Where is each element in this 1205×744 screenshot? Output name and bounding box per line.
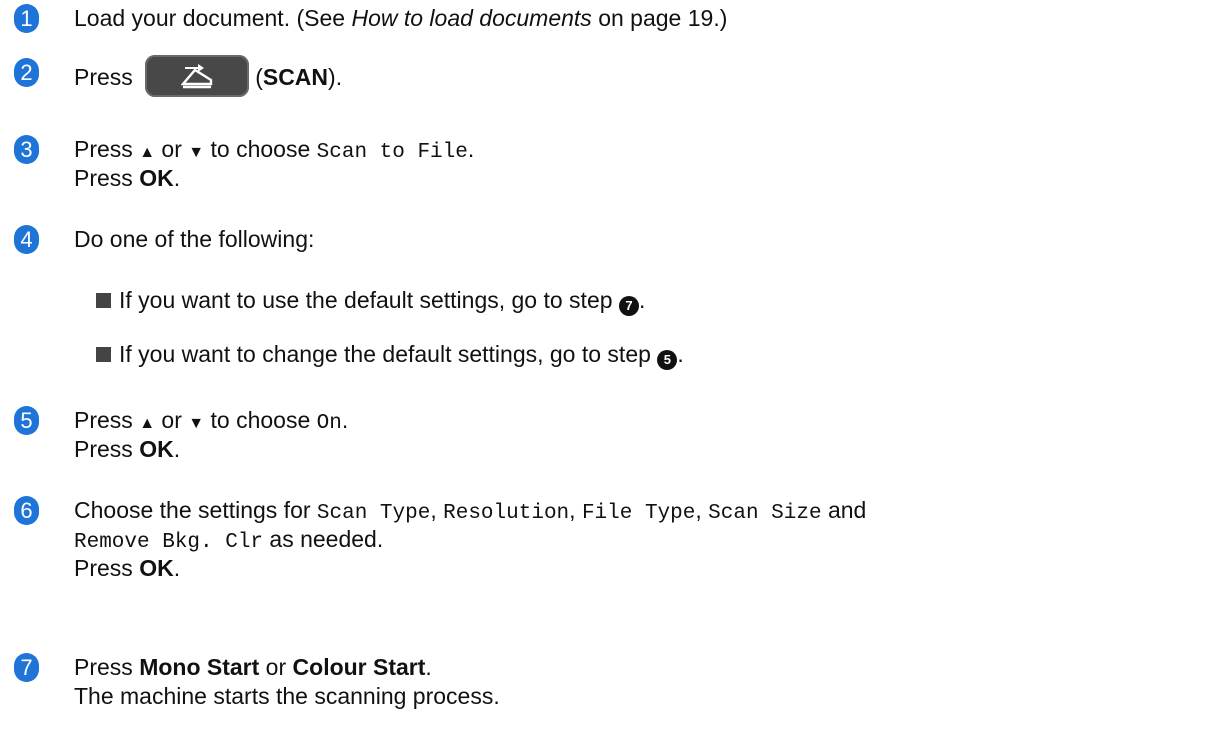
step-2-text: Press (SCAN). [74,55,342,100]
step-5-line-1: Press ▲ or ▼ to choose On. [74,407,349,435]
step-7-line-1: Press Mono Start or Colour Start. [74,654,432,680]
bullet-item: If you want to change the default settin… [119,340,684,370]
reference-link-text: How to load documents [351,5,592,31]
menu-option: On [316,412,342,435]
colour-start-key-label: Colour Start [292,654,426,680]
step-6-line-2: Remove Bkg. Clr as needed. [74,526,384,554]
step-6-line-1: Choose the settings for Scan Type, Resol… [74,497,867,525]
step-number-badge: 5 [14,406,39,435]
setting-name: Scan Size [708,502,822,525]
down-arrow-icon: ▼ [188,144,205,161]
ok-key-label: OK [139,165,174,191]
scan-key-label: SCAN [262,64,329,91]
step-number-badge: 4 [14,225,39,254]
step-ref-badge: 5 [657,350,678,370]
bullet-square-icon [96,293,111,308]
setting-name: Scan Type [316,502,431,525]
setting-name: Remove Bkg. Clr [74,531,264,554]
step-number-badge: 3 [14,135,39,164]
setting-name: Resolution [443,502,570,525]
menu-option: Scan to File [316,141,468,164]
setting-name: File Type [581,502,696,525]
ok-key-label: OK [139,436,174,462]
step-1-text: Load your document. (See How to load doc… [74,5,728,31]
step-number-badge: 2 [14,58,39,87]
scan-key-button [145,55,250,97]
step-5-line-2: Press OK. [74,436,181,462]
step-7-line-2: The machine starts the scanning process. [74,683,500,709]
step-number-badge: 7 [14,653,39,682]
step-ref-badge: 7 [618,296,639,316]
ok-key-label: OK [139,555,174,581]
step-3-line-1: Press ▲ or ▼ to choose Scan to File. [74,136,475,164]
down-arrow-icon: ▼ [188,415,205,432]
step-6-line-3: Press OK. [74,555,181,581]
scan-icon [181,64,213,89]
up-arrow-icon: ▲ [139,144,156,161]
step-number-badge: 6 [14,496,39,525]
step-4-text: Do one of the following: [74,226,315,252]
step-number-badge: 1 [14,4,39,33]
bullet-square-icon [96,347,111,362]
up-arrow-icon: ▲ [139,415,156,432]
step-3-line-2: Press OK. [74,165,181,191]
bullet-item: If you want to use the default settings,… [119,286,645,316]
mono-start-key-label: Mono Start [139,654,260,680]
